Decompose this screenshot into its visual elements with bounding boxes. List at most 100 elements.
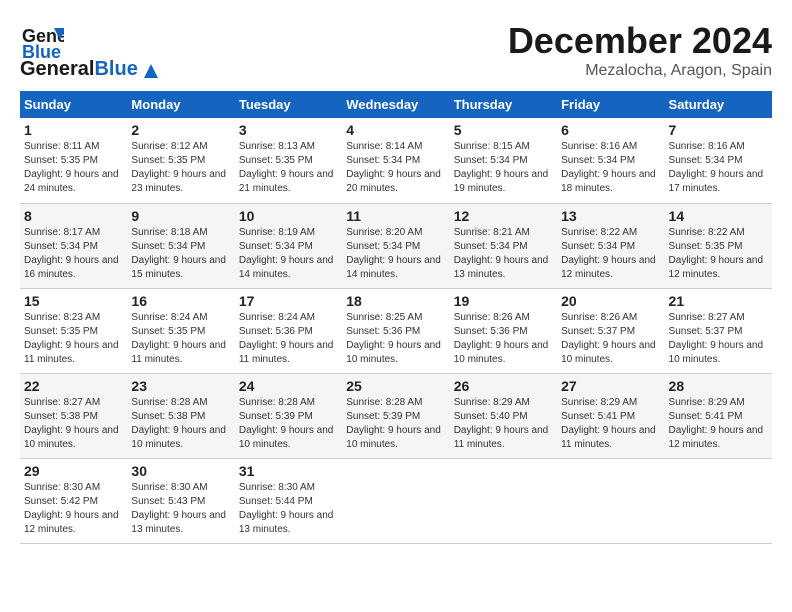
calendar-cell: 24 Sunrise: 8:28 AMSunset: 5:39 PMDaylig…	[235, 373, 342, 458]
day-number: 7	[669, 122, 768, 138]
calendar-cell: 1 Sunrise: 8:11 AMSunset: 5:35 PMDayligh…	[20, 118, 127, 203]
calendar-cell: 4 Sunrise: 8:14 AMSunset: 5:34 PMDayligh…	[342, 118, 449, 203]
calendar-cell: 7 Sunrise: 8:16 AMSunset: 5:34 PMDayligh…	[665, 118, 772, 203]
calendar-cell: 19 Sunrise: 8:26 AMSunset: 5:36 PMDaylig…	[450, 288, 557, 373]
day-info: Sunrise: 8:12 AMSunset: 5:35 PMDaylight:…	[131, 141, 226, 194]
calendar-cell: 20 Sunrise: 8:26 AMSunset: 5:37 PMDaylig…	[557, 288, 664, 373]
day-number: 9	[131, 208, 230, 224]
header-sunday: Sunday	[20, 91, 127, 118]
day-info: Sunrise: 8:19 AMSunset: 5:34 PMDaylight:…	[239, 227, 334, 280]
calendar-cell: 31 Sunrise: 8:30 AMSunset: 5:44 PMDaylig…	[235, 458, 342, 543]
day-info: Sunrise: 8:26 AMSunset: 5:36 PMDaylight:…	[454, 312, 549, 365]
day-number: 22	[24, 378, 123, 394]
logo-triangle-icon	[140, 60, 162, 82]
day-number: 2	[131, 122, 230, 138]
calendar-cell: 28 Sunrise: 8:29 AMSunset: 5:41 PMDaylig…	[665, 373, 772, 458]
day-info: Sunrise: 8:16 AMSunset: 5:34 PMDaylight:…	[561, 141, 656, 194]
calendar-cell: 23 Sunrise: 8:28 AMSunset: 5:38 PMDaylig…	[127, 373, 234, 458]
calendar-cell: 17 Sunrise: 8:24 AMSunset: 5:36 PMDaylig…	[235, 288, 342, 373]
day-number: 11	[346, 208, 445, 224]
month-title: December 2024	[508, 20, 772, 62]
day-info: Sunrise: 8:22 AMSunset: 5:35 PMDaylight:…	[669, 227, 764, 280]
day-number: 6	[561, 122, 660, 138]
day-number: 29	[24, 463, 123, 479]
day-number: 20	[561, 293, 660, 309]
calendar-cell: 21 Sunrise: 8:27 AMSunset: 5:37 PMDaylig…	[665, 288, 772, 373]
day-number: 8	[24, 208, 123, 224]
day-number: 1	[24, 122, 123, 138]
calendar-row: 29 Sunrise: 8:30 AMSunset: 5:42 PMDaylig…	[20, 458, 772, 543]
day-info: Sunrise: 8:24 AMSunset: 5:35 PMDaylight:…	[131, 312, 226, 365]
calendar-cell: 16 Sunrise: 8:24 AMSunset: 5:35 PMDaylig…	[127, 288, 234, 373]
day-number: 27	[561, 378, 660, 394]
day-info: Sunrise: 8:18 AMSunset: 5:34 PMDaylight:…	[131, 227, 226, 280]
day-info: Sunrise: 8:21 AMSunset: 5:34 PMDaylight:…	[454, 227, 549, 280]
day-number: 23	[131, 378, 230, 394]
weekday-header-row: Sunday Monday Tuesday Wednesday Thursday…	[20, 91, 772, 118]
day-info: Sunrise: 8:28 AMSunset: 5:38 PMDaylight:…	[131, 397, 226, 450]
calendar-cell: 13 Sunrise: 8:22 AMSunset: 5:34 PMDaylig…	[557, 203, 664, 288]
day-number: 31	[239, 463, 338, 479]
calendar-row: 1 Sunrise: 8:11 AMSunset: 5:35 PMDayligh…	[20, 118, 772, 203]
calendar-cell: 8 Sunrise: 8:17 AMSunset: 5:34 PMDayligh…	[20, 203, 127, 288]
day-number: 24	[239, 378, 338, 394]
calendar-cell: 10 Sunrise: 8:19 AMSunset: 5:34 PMDaylig…	[235, 203, 342, 288]
calendar-row: 22 Sunrise: 8:27 AMSunset: 5:38 PMDaylig…	[20, 373, 772, 458]
header-tuesday: Tuesday	[235, 91, 342, 118]
day-info: Sunrise: 8:20 AMSunset: 5:34 PMDaylight:…	[346, 227, 441, 280]
day-number: 28	[669, 378, 768, 394]
day-number: 15	[24, 293, 123, 309]
day-info: Sunrise: 8:27 AMSunset: 5:37 PMDaylight:…	[669, 312, 764, 365]
calendar-row: 8 Sunrise: 8:17 AMSunset: 5:34 PMDayligh…	[20, 203, 772, 288]
calendar-cell: 3 Sunrise: 8:13 AMSunset: 5:35 PMDayligh…	[235, 118, 342, 203]
location: Mezalocha, Aragon, Spain	[508, 62, 772, 80]
calendar-cell	[665, 458, 772, 543]
calendar-table: Sunday Monday Tuesday Wednesday Thursday…	[20, 91, 772, 544]
calendar-cell: 29 Sunrise: 8:30 AMSunset: 5:42 PMDaylig…	[20, 458, 127, 543]
logo-blue: Blue	[94, 58, 137, 81]
calendar-row: 15 Sunrise: 8:23 AMSunset: 5:35 PMDaylig…	[20, 288, 772, 373]
day-info: Sunrise: 8:30 AMSunset: 5:43 PMDaylight:…	[131, 482, 226, 535]
day-number: 30	[131, 463, 230, 479]
day-number: 3	[239, 122, 338, 138]
day-info: Sunrise: 8:22 AMSunset: 5:34 PMDaylight:…	[561, 227, 656, 280]
day-info: Sunrise: 8:28 AMSunset: 5:39 PMDaylight:…	[239, 397, 334, 450]
day-number: 26	[454, 378, 553, 394]
day-number: 21	[669, 293, 768, 309]
day-info: Sunrise: 8:24 AMSunset: 5:36 PMDaylight:…	[239, 312, 334, 365]
calendar-cell: 26 Sunrise: 8:29 AMSunset: 5:40 PMDaylig…	[450, 373, 557, 458]
calendar-cell: 14 Sunrise: 8:22 AMSunset: 5:35 PMDaylig…	[665, 203, 772, 288]
header: General Blue General Blue December 2024 …	[20, 20, 772, 81]
day-info: Sunrise: 8:27 AMSunset: 5:38 PMDaylight:…	[24, 397, 119, 450]
day-info: Sunrise: 8:28 AMSunset: 5:39 PMDaylight:…	[346, 397, 441, 450]
day-info: Sunrise: 8:26 AMSunset: 5:37 PMDaylight:…	[561, 312, 656, 365]
calendar-cell	[342, 458, 449, 543]
calendar-cell: 9 Sunrise: 8:18 AMSunset: 5:34 PMDayligh…	[127, 203, 234, 288]
calendar-cell: 22 Sunrise: 8:27 AMSunset: 5:38 PMDaylig…	[20, 373, 127, 458]
calendar-cell: 25 Sunrise: 8:28 AMSunset: 5:39 PMDaylig…	[342, 373, 449, 458]
logo-general: General	[20, 58, 94, 81]
header-wednesday: Wednesday	[342, 91, 449, 118]
day-info: Sunrise: 8:14 AMSunset: 5:34 PMDaylight:…	[346, 141, 441, 194]
calendar-cell: 2 Sunrise: 8:12 AMSunset: 5:35 PMDayligh…	[127, 118, 234, 203]
day-info: Sunrise: 8:23 AMSunset: 5:35 PMDaylight:…	[24, 312, 119, 365]
day-info: Sunrise: 8:30 AMSunset: 5:42 PMDaylight:…	[24, 482, 119, 535]
day-info: Sunrise: 8:13 AMSunset: 5:35 PMDaylight:…	[239, 141, 334, 194]
header-friday: Friday	[557, 91, 664, 118]
day-number: 12	[454, 208, 553, 224]
header-monday: Monday	[127, 91, 234, 118]
calendar-cell	[557, 458, 664, 543]
header-thursday: Thursday	[450, 91, 557, 118]
calendar-cell: 11 Sunrise: 8:20 AMSunset: 5:34 PMDaylig…	[342, 203, 449, 288]
day-info: Sunrise: 8:25 AMSunset: 5:36 PMDaylight:…	[346, 312, 441, 365]
calendar-cell: 30 Sunrise: 8:30 AMSunset: 5:43 PMDaylig…	[127, 458, 234, 543]
day-info: Sunrise: 8:17 AMSunset: 5:34 PMDaylight:…	[24, 227, 119, 280]
day-number: 10	[239, 208, 338, 224]
day-number: 13	[561, 208, 660, 224]
day-info: Sunrise: 8:30 AMSunset: 5:44 PMDaylight:…	[239, 482, 334, 535]
day-number: 5	[454, 122, 553, 138]
day-number: 16	[131, 293, 230, 309]
day-info: Sunrise: 8:11 AMSunset: 5:35 PMDaylight:…	[24, 141, 119, 194]
day-number: 19	[454, 293, 553, 309]
day-number: 14	[669, 208, 768, 224]
